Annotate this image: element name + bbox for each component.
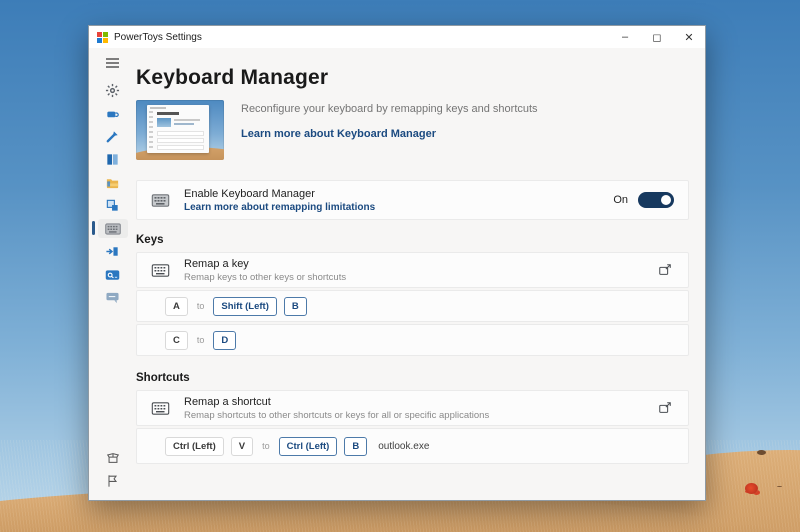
target-key-chip: B (344, 437, 367, 456)
launch-icon (658, 263, 672, 277)
toggle-state-label: On (613, 194, 628, 206)
keyboard-icon (151, 264, 170, 277)
target-key-chip: D (213, 331, 236, 350)
sidebar-item-keyboard-manager[interactable] (98, 219, 128, 238)
keyboard-icon (151, 402, 170, 415)
remap-a-shortcut-card: Remap a shortcut Remap shortcuts to othe… (136, 390, 689, 426)
enable-keyboard-manager-card: Enable Keyboard Manager Learn more about… (136, 180, 689, 220)
shortcut-mapping-rows: Ctrl (Left) Vto Ctrl (Left) Boutlook.exe (136, 428, 689, 464)
wallpaper-flower (745, 483, 758, 494)
powertoys-settings-window: PowerToys Settings – ◻ ✕ (88, 25, 706, 501)
to-label: to (197, 335, 205, 345)
remap-key-title: Remap a key (184, 258, 346, 270)
to-label: to (262, 441, 270, 451)
enable-toggle[interactable] (638, 192, 674, 208)
sidebar-item-power-rename[interactable] (98, 242, 128, 261)
gear-icon (105, 83, 120, 98)
close-button[interactable]: ✕ (673, 26, 705, 48)
desktop-wallpaper: PowerToys Settings – ◻ ✕ (0, 0, 800, 532)
keyboard-icon (105, 223, 121, 235)
source-key-chip: C (165, 331, 188, 350)
target-key-chip: Shift (Left) (213, 297, 277, 316)
remap-shortcut-title: Remap a shortcut (184, 396, 489, 408)
main-content: Keyboard Manager Reconfigure your keyboa… (136, 48, 705, 500)
remap-key-subtitle: Remap keys to other keys or shortcuts (184, 272, 346, 283)
launch-icon (658, 401, 672, 415)
minimize-button[interactable]: – (609, 26, 641, 48)
to-label: to (197, 301, 205, 311)
mapping-row: Ato Shift (Left) B (136, 290, 689, 322)
sidebar-item-shortcut-guide[interactable] (98, 288, 128, 307)
module-preview-image (136, 100, 224, 160)
page-title: Keyboard Manager (136, 66, 689, 90)
target-key-chip: B (284, 297, 307, 316)
source-key-chip: A (165, 297, 188, 316)
maximize-button[interactable]: ◻ (641, 26, 673, 48)
sidebar (89, 48, 136, 500)
shortcuts-section-header: Shortcuts (136, 372, 689, 384)
eyedropper-icon (105, 129, 120, 144)
sidebar-item-fancyzones[interactable] (98, 150, 128, 169)
window-layout-icon (105, 152, 120, 167)
remap-shortcut-subtitle: Remap shortcuts to other shortcuts or ke… (184, 410, 489, 421)
remapping-limitations-link[interactable]: Learn more about remapping limitations (184, 202, 375, 213)
coffee-cup-icon (105, 106, 120, 121)
sidebar-item-file-explorer[interactable] (98, 173, 128, 192)
sidebar-item-powertoys-run[interactable] (98, 265, 128, 284)
flag-icon (106, 474, 119, 488)
hamburger-menu-icon[interactable] (98, 53, 128, 72)
sidebar-item-general-settings[interactable] (98, 81, 128, 100)
keyboard-icon (151, 194, 170, 207)
key-mapping-rows: Ato Shift (Left) B Cto D (136, 290, 689, 356)
source-key-chip: Ctrl (Left) (165, 437, 224, 456)
enable-toggle-label: Enable Keyboard Manager (184, 188, 375, 200)
wallpaper-speck (757, 450, 766, 455)
source-key-chip: V (231, 437, 253, 456)
learn-more-link[interactable]: Learn more about Keyboard Manager (241, 128, 436, 140)
tooltip-bubble-icon (105, 291, 120, 304)
open-box-icon (106, 451, 120, 465)
sidebar-item-welcome[interactable] (98, 448, 128, 467)
title-bar[interactable]: PowerToys Settings – ◻ ✕ (89, 26, 705, 48)
module-overview: Reconfigure your keyboard by remapping k… (136, 100, 689, 160)
folder-icon (105, 175, 120, 190)
keys-section-header: Keys (136, 234, 689, 246)
target-app-label: outlook.exe (378, 441, 429, 452)
rename-arrow-icon (105, 244, 120, 259)
sidebar-item-feedback[interactable] (98, 471, 128, 490)
module-description: Reconfigure your keyboard by remapping k… (241, 103, 538, 115)
target-key-chip: Ctrl (Left) (279, 437, 338, 456)
powertoys-app-icon (97, 32, 108, 43)
resize-squares-icon (105, 198, 120, 213)
run-launcher-icon (105, 269, 120, 281)
window-title: PowerToys Settings (114, 32, 202, 43)
sidebar-item-awake[interactable] (98, 104, 128, 123)
mapping-row: Cto D (136, 324, 689, 356)
remap-shortcut-launch-button[interactable] (656, 399, 674, 417)
sidebar-item-color-picker[interactable] (98, 127, 128, 146)
remap-a-key-card: Remap a key Remap keys to other keys or … (136, 252, 689, 288)
sidebar-item-image-resizer[interactable] (98, 196, 128, 215)
mapping-row: Ctrl (Left) Vto Ctrl (Left) Boutlook.exe (136, 428, 689, 464)
remap-key-launch-button[interactable] (656, 261, 674, 279)
